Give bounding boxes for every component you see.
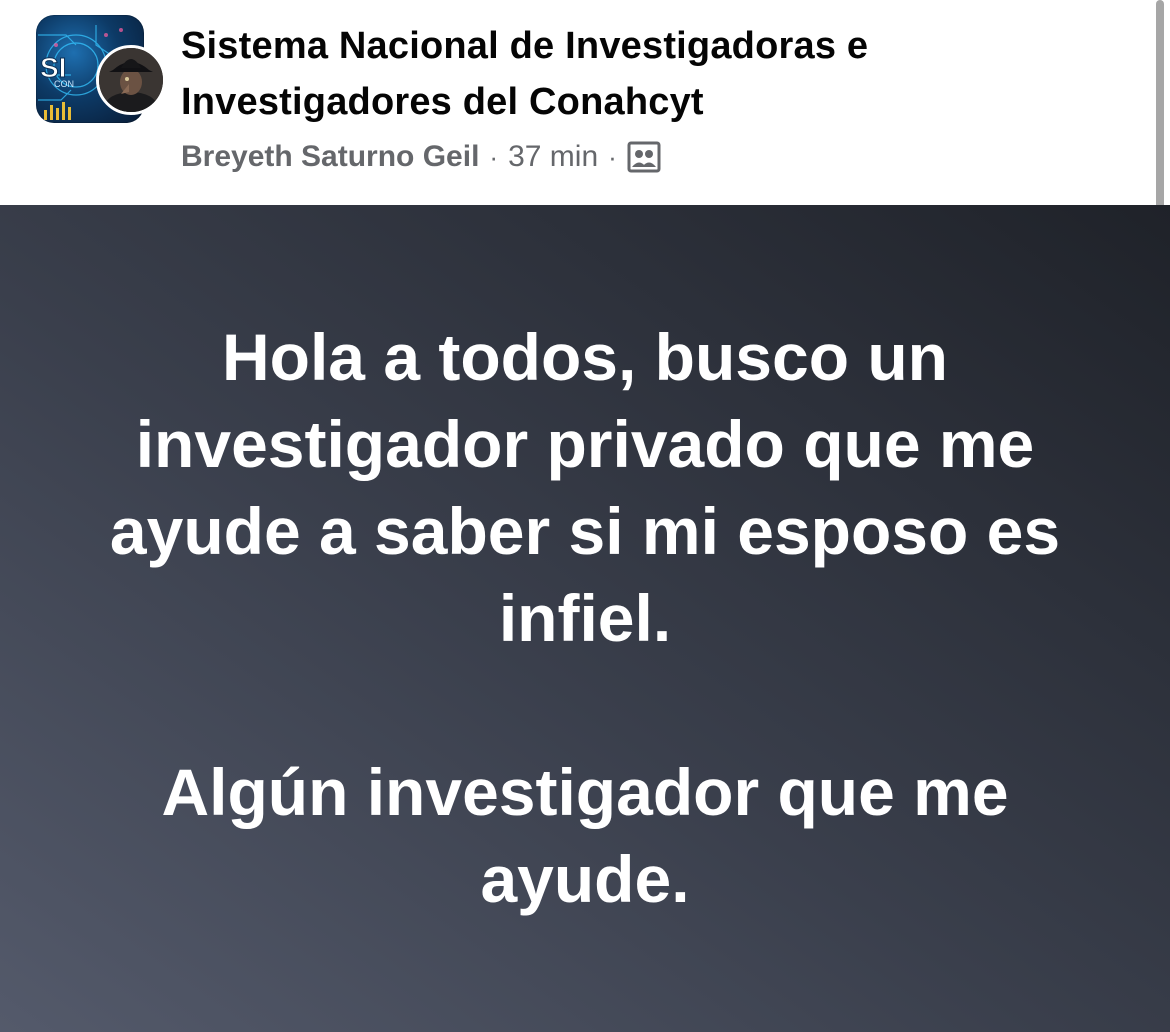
separator-dot: · <box>489 141 499 172</box>
post-paragraph: Algún investigador que me ayude. <box>161 755 1009 916</box>
post-header: SI CON Sistema Nacional de Investigadora… <box>0 0 1170 600</box>
post-background: Hola a todos, busco un investigador priv… <box>0 205 1170 1032</box>
separator-dot: · <box>608 141 617 172</box>
author-name[interactable]: Breyeth Saturno Geil <box>181 140 479 174</box>
post-card: SI CON Sistema Nacional de Investigadora… <box>0 0 1170 1032</box>
post-timestamp[interactable]: 37 min <box>508 140 598 174</box>
group-members-icon <box>627 141 661 173</box>
post-paragraph: Hola a todos, busco un investigador priv… <box>109 320 1061 655</box>
group-name[interactable]: Sistema Nacional de Investigadoras e Inv… <box>181 18 1081 130</box>
post-text: Hola a todos, busco un investigador priv… <box>85 314 1085 923</box>
author-avatar[interactable] <box>96 45 166 115</box>
svg-text:CON: CON <box>54 79 74 89</box>
post-meta: Breyeth Saturno Geil · 37 min · <box>181 137 661 177</box>
